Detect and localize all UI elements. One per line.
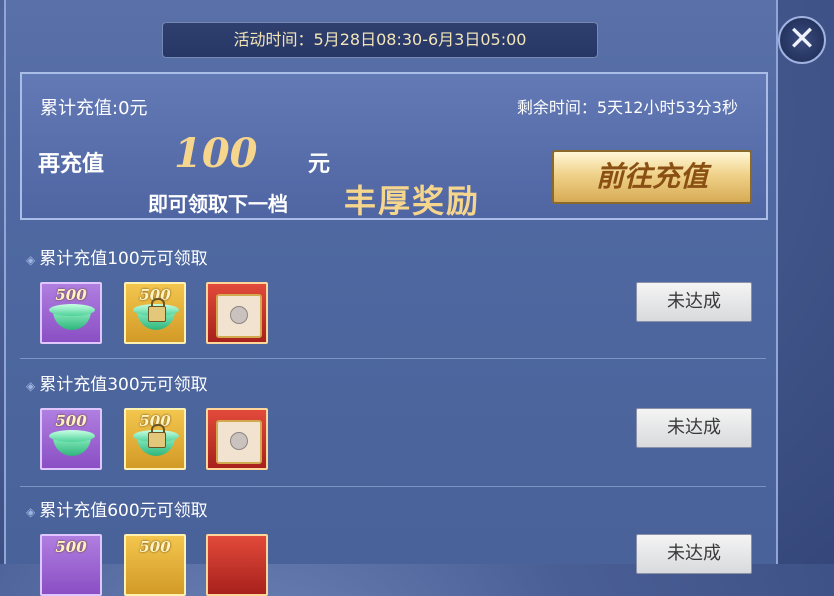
reward-item-green-ingot[interactable]: 500 bbox=[40, 534, 102, 596]
lock-icon bbox=[148, 306, 166, 322]
item-quantity: 500 bbox=[55, 538, 87, 556]
reward-item-locked-ingot[interactable]: 500 bbox=[124, 282, 186, 344]
diamond-icon: ◈ bbox=[26, 379, 36, 393]
recharge-summary-box: 累计充值:0元 剩余时间：5天12小时53分3秒 再充值 100 元 即可领取下… bbox=[20, 72, 768, 220]
next-tier-text: 即可领取下一档 bbox=[148, 192, 288, 216]
amount-unit: 元 bbox=[308, 151, 331, 177]
rich-reward-text: 丰厚奖励 bbox=[344, 182, 481, 220]
seal-icon bbox=[230, 306, 248, 324]
reward-item-green-ingot[interactable]: 500 bbox=[40, 408, 102, 470]
tier-label: ◈ 累计充值100元可领取 bbox=[26, 244, 208, 269]
seal-icon bbox=[230, 432, 248, 450]
tier-label: ◈ 累计充值600元可领取 bbox=[26, 496, 208, 521]
reward-item-locked-ingot[interactable]: 500 bbox=[124, 534, 186, 596]
item-quantity: 500 bbox=[139, 538, 171, 556]
tier-label-text: 累计充值600元可领取 bbox=[39, 501, 208, 521]
item-quantity: 500 bbox=[55, 412, 87, 430]
event-panel: 活动时间：5月28日08:30-6月3日05:00 累计充值:0元 剩余时间：5… bbox=[4, 0, 778, 596]
go-recharge-button[interactable]: 前往充值 bbox=[552, 150, 752, 204]
reward-item-scroll-chest[interactable] bbox=[206, 408, 268, 470]
tier-label: ◈ 累计充值300元可领取 bbox=[26, 370, 208, 395]
status-button[interactable]: 未达成 bbox=[636, 408, 752, 448]
event-time-bar: 活动时间：5月28日08:30-6月3日05:00 bbox=[162, 22, 598, 58]
close-icon[interactable]: ✕ bbox=[778, 16, 826, 64]
recharge-amount: 100 bbox=[174, 130, 258, 177]
ingot-top-icon bbox=[49, 304, 95, 316]
status-button[interactable]: 未达成 bbox=[636, 282, 752, 322]
recharge-again-text: 再充值 bbox=[38, 151, 105, 177]
tier-label-text: 累计充值300元可领取 bbox=[39, 375, 208, 395]
reward-item-scroll-chest[interactable] bbox=[206, 282, 268, 344]
reward-item-green-ingot[interactable]: 500 bbox=[40, 282, 102, 344]
status-button[interactable]: 未达成 bbox=[636, 534, 752, 574]
diamond-icon: ◈ bbox=[26, 505, 36, 519]
reward-item-locked-ingot[interactable]: 500 bbox=[124, 408, 186, 470]
diamond-icon: ◈ bbox=[26, 253, 36, 267]
total-recharge-label: 累计充值:0元 bbox=[40, 98, 148, 119]
ingot-top-icon bbox=[49, 430, 95, 442]
divider bbox=[20, 486, 766, 487]
item-quantity: 500 bbox=[55, 286, 87, 304]
lock-icon bbox=[148, 432, 166, 448]
reward-item-scroll-chest[interactable] bbox=[206, 534, 268, 596]
remaining-time-label: 剩余时间：5天12小时53分3秒 bbox=[516, 98, 738, 117]
tier-label-text: 累计充值100元可领取 bbox=[39, 249, 208, 269]
divider bbox=[20, 358, 766, 359]
